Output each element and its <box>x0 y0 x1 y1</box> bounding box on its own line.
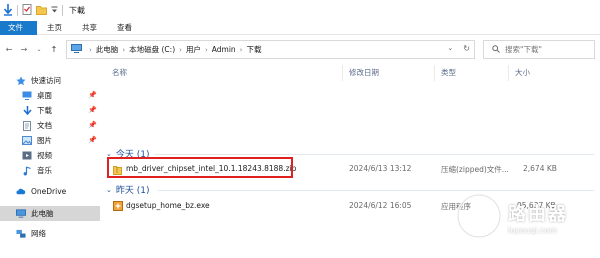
file-name: dgsetup_home_bz.exe <box>126 201 210 210</box>
file-date: 2024/6/13 13:12 <box>349 164 412 173</box>
breadcrumb-separator-icon: › <box>122 45 126 54</box>
installer-icon <box>113 201 123 213</box>
pin-icon[interactable]: 📌 <box>88 121 97 129</box>
sidebar-item-label: 图片 <box>37 136 52 145</box>
address-bar[interactable]: › 此电脑 › 本地磁盘 (C:) › 用户 › Admin › 下载 ⌄ ↻ <box>66 40 475 59</box>
breadcrumb-separator-icon: › <box>89 45 92 54</box>
window-title: 下載 <box>69 6 85 15</box>
search-placeholder: 搜索"下载" <box>505 45 542 54</box>
sidebar-item-videos[interactable]: 视频 <box>22 150 52 161</box>
tab-view[interactable]: 查看 <box>107 21 142 35</box>
music-icon <box>22 165 32 176</box>
sidebar-item-pictures[interactable]: 图片 <box>22 135 52 146</box>
pin-icon[interactable]: 📌 <box>88 91 97 99</box>
sidebar-item-label: 音乐 <box>37 166 52 175</box>
properties-icon[interactable] <box>22 4 32 17</box>
watermark-url: luyouqi.com <box>508 225 557 235</box>
group-label: 昨天 (1) <box>115 186 150 196</box>
column-divider <box>434 65 435 81</box>
sidebar-item-label: 网络 <box>31 229 46 238</box>
sidebar-item-onedrive[interactable]: OneDrive <box>16 186 66 196</box>
up-arrow-icon[interactable]: ↑ <box>48 43 60 55</box>
router-logo-icon <box>456 193 502 241</box>
column-divider <box>342 65 343 81</box>
computer-icon <box>16 209 26 219</box>
customize-toolbar-icon[interactable] <box>51 6 58 16</box>
file-type: 压缩(zipped)文件... <box>441 165 509 174</box>
watermark-text: 路由器 luyouqi.com <box>508 200 568 235</box>
sidebar-item-quick-access[interactable]: 快速访问 <box>16 75 61 86</box>
breadcrumb-downloads[interactable]: 下载 <box>246 44 261 55</box>
ribbon-tabs: 文件 主页 共享 查看 <box>0 21 600 35</box>
tab-file[interactable]: 文件 <box>0 21 37 35</box>
picture-icon <box>22 136 32 146</box>
highlight-annotation-box <box>107 157 293 178</box>
download-icon <box>22 105 32 116</box>
column-header-name[interactable]: 名称 <box>112 67 127 78</box>
new-folder-icon[interactable] <box>36 5 47 17</box>
sidebar-item-label: 文档 <box>37 121 52 130</box>
sidebar-item-label: 视频 <box>37 151 52 160</box>
address-dropdown-chevron-icon[interactable]: ⌄ <box>447 44 453 53</box>
desktop-icon <box>22 91 32 101</box>
download-arrow-icon <box>3 3 13 18</box>
watermark-title: 路由器 <box>508 203 568 225</box>
column-header-date[interactable]: 修改日期 <box>349 67 379 78</box>
file-size: 2,674 KB <box>523 164 557 173</box>
sidebar-item-music[interactable]: 音乐 <box>22 165 52 176</box>
file-date: 2024/6/12 16:05 <box>349 201 412 210</box>
group-divider <box>154 154 594 155</box>
column-header-type[interactable]: 类型 <box>441 67 456 78</box>
forward-arrow-icon[interactable]: → <box>18 43 30 55</box>
breadcrumb-separator-icon: › <box>239 45 243 54</box>
sidebar-item-desktop[interactable]: 桌面 <box>22 90 52 101</box>
search-icon <box>492 44 500 55</box>
quick-access-toolbar <box>3 3 63 18</box>
sidebar-item-downloads[interactable]: 下载 <box>22 105 52 116</box>
navigation-pane: 快速访问 桌面 📌 下载 📌 文档 📌 图片 📌 视频 音乐 OneDrive … <box>0 63 100 258</box>
column-header-size[interactable]: 大小 <box>515 67 530 78</box>
navigation-bar: ← → ⌄ ↑ › 此电脑 › 本地磁盘 (C:) › 用户 › Admin ›… <box>0 35 600 63</box>
breadcrumb-separator-icon: › <box>179 45 182 54</box>
watermark: 路由器 luyouqi.com <box>456 193 568 241</box>
recent-locations-chevron-icon[interactable]: ⌄ <box>33 43 45 55</box>
this-pc-icon <box>71 44 82 55</box>
sidebar-item-network[interactable]: 网络 <box>16 228 46 239</box>
address-bar-actions: ⌄ ↻ <box>447 44 470 53</box>
pin-icon[interactable]: 📌 <box>88 106 97 114</box>
sidebar-item-label: 下载 <box>37 106 52 115</box>
refresh-icon[interactable]: ↻ <box>463 44 470 53</box>
search-box[interactable]: 搜索"下载" <box>483 40 595 59</box>
breadcrumb-users[interactable]: 用户 <box>186 44 201 55</box>
group-header-yesterday[interactable]: ⌄ 昨天 (1) <box>106 183 150 197</box>
chevron-down-icon: ⌄ <box>106 185 112 194</box>
sidebar-item-label: 桌面 <box>37 91 52 100</box>
tab-share[interactable]: 共享 <box>72 21 107 35</box>
video-icon <box>22 151 32 161</box>
toolbar-divider <box>62 5 63 16</box>
cloud-icon <box>16 186 26 196</box>
sidebar-item-this-pc[interactable]: 此电脑 <box>16 208 54 219</box>
title-bar: 下載 <box>0 0 600 21</box>
breadcrumb-separator-icon: › <box>204 45 208 54</box>
sidebar-item-documents[interactable]: 文档 <box>22 120 52 131</box>
breadcrumb-this-pc[interactable]: 此电脑 <box>96 44 119 55</box>
star-icon <box>16 76 26 86</box>
sidebar-item-label: 快速访问 <box>31 76 61 85</box>
column-divider <box>508 65 509 81</box>
group-divider <box>158 190 594 191</box>
document-icon <box>22 120 32 131</box>
sidebar-item-label: 此电脑 <box>31 209 54 218</box>
sidebar-item-label: OneDrive <box>31 186 67 196</box>
toolbar-divider <box>17 5 18 16</box>
breadcrumb-local-disk[interactable]: 本地磁盘 (C:) <box>129 44 175 55</box>
breadcrumb-admin[interactable]: Admin <box>212 45 236 54</box>
back-arrow-icon[interactable]: ← <box>3 43 15 55</box>
network-icon <box>16 229 26 239</box>
pin-icon[interactable]: 📌 <box>88 136 97 144</box>
tab-home[interactable]: 主页 <box>37 21 72 35</box>
